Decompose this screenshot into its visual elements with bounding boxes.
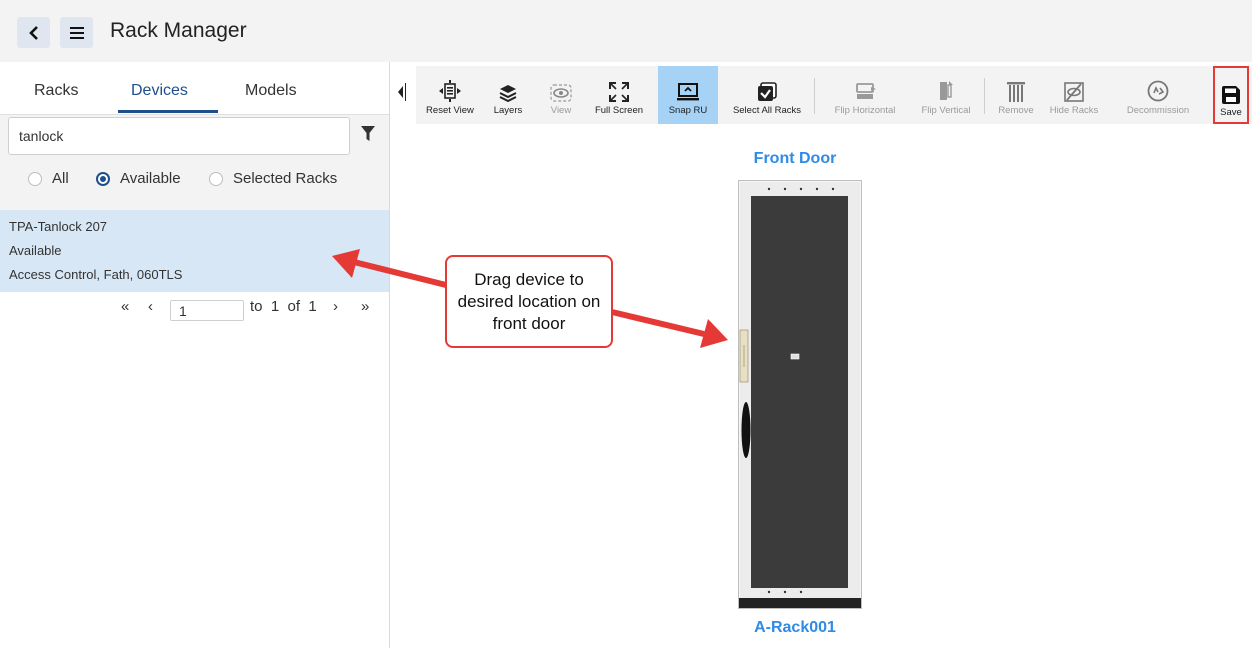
view-label: View [550, 105, 572, 116]
filter-all[interactable]: All [28, 170, 69, 187]
instruction-callout: Drag device to desired location on front… [445, 255, 613, 348]
toolbar: Reset View Layers View Full Screen Snap … [416, 66, 1252, 124]
tab-racks[interactable]: Racks [34, 82, 78, 100]
page-number-input[interactable] [170, 300, 244, 321]
filter-selected-racks-label: Selected Racks [233, 170, 338, 187]
back-button[interactable] [17, 17, 50, 48]
layers-label: Layers [493, 105, 523, 116]
snap-ru-icon [677, 83, 699, 101]
toolbar-separator [984, 78, 985, 114]
tab-models[interactable]: Models [245, 82, 297, 100]
rack-front-door[interactable] [738, 180, 862, 610]
select-all-racks-label: Select All Racks [732, 105, 802, 116]
view-button[interactable]: View [542, 66, 580, 124]
app-title: Rack Manager [110, 19, 247, 42]
collapse-panel-icon[interactable] [398, 86, 403, 98]
radio-selected-racks[interactable] [209, 171, 223, 186]
radio-available[interactable] [96, 171, 110, 186]
radio-all[interactable] [28, 171, 42, 186]
device-details: Access Control, Fath, 060TLS [9, 267, 183, 282]
remove-button[interactable]: Remove [990, 66, 1042, 124]
flip-horizontal-icon [856, 83, 876, 99]
hide-racks-label: Hide Racks [1049, 105, 1099, 116]
layers-icon [499, 85, 517, 102]
reset-view-icon [439, 80, 461, 102]
device-status: Available [9, 243, 62, 258]
flip-horizontal-label: Flip Horizontal [834, 105, 896, 116]
top-bar: Rack Manager [0, 0, 1252, 62]
remove-label: Remove [998, 105, 1034, 116]
decommission-button[interactable]: Decommission [1112, 66, 1204, 124]
filter-all-label: All [52, 170, 69, 187]
search-input[interactable] [8, 117, 350, 155]
full-screen-label: Full Screen [594, 105, 644, 116]
eye-icon [550, 84, 572, 102]
flip-horizontal-button[interactable]: Flip Horizontal [820, 66, 910, 124]
snap-ru-button[interactable]: Snap RU [658, 66, 718, 124]
filter-available-label: Available [120, 170, 181, 187]
toolbar-separator [814, 78, 815, 114]
save-icon [1222, 86, 1240, 104]
snap-ru-label: Snap RU [668, 105, 708, 116]
active-tab-indicator [118, 110, 218, 113]
arrow-to-device [332, 249, 447, 288]
flip-vertical-label: Flip Vertical [921, 105, 971, 116]
arrow-to-front-door [611, 309, 728, 348]
save-label: Save [1220, 107, 1242, 118]
remove-icon [1007, 82, 1025, 102]
filter-available[interactable]: Available [96, 170, 181, 187]
filter-selected-racks[interactable]: Selected Racks [209, 170, 337, 187]
full-screen-button[interactable]: Full Screen [588, 66, 650, 124]
flip-vertical-button[interactable]: Flip Vertical [910, 66, 982, 124]
collapse-bar[interactable] [405, 83, 406, 101]
hide-racks-button[interactable]: Hide Racks [1044, 66, 1104, 124]
decommission-icon [1147, 80, 1169, 102]
tab-devices[interactable]: Devices [131, 82, 188, 100]
reset-view-label: Reset View [426, 105, 474, 116]
layers-button[interactable]: Layers [488, 66, 528, 124]
select-all-icon [758, 82, 777, 101]
chevron-left-icon [28, 25, 38, 40]
save-button[interactable]: Save [1213, 66, 1249, 124]
device-name: TPA-Tanlock 207 [9, 219, 108, 234]
reset-view-button[interactable]: Reset View [418, 66, 482, 124]
hide-racks-icon [1064, 82, 1084, 102]
menu-button[interactable] [60, 17, 93, 48]
front-door-label: Front Door [753, 150, 837, 167]
decommission-label: Decommission [1126, 105, 1190, 116]
first-page-button[interactable]: « [121, 298, 129, 315]
prev-page-button[interactable]: ‹ [148, 298, 153, 315]
rack-name-label: A-Rack001 [754, 619, 836, 636]
filter-icon[interactable] [361, 126, 375, 142]
select-all-racks-button[interactable]: Select All Racks [726, 66, 808, 124]
flip-vertical-icon [940, 81, 953, 100]
fullscreen-icon [609, 82, 629, 102]
page-range-text: to 1 of 1 [250, 298, 317, 315]
hamburger-icon [69, 26, 84, 39]
